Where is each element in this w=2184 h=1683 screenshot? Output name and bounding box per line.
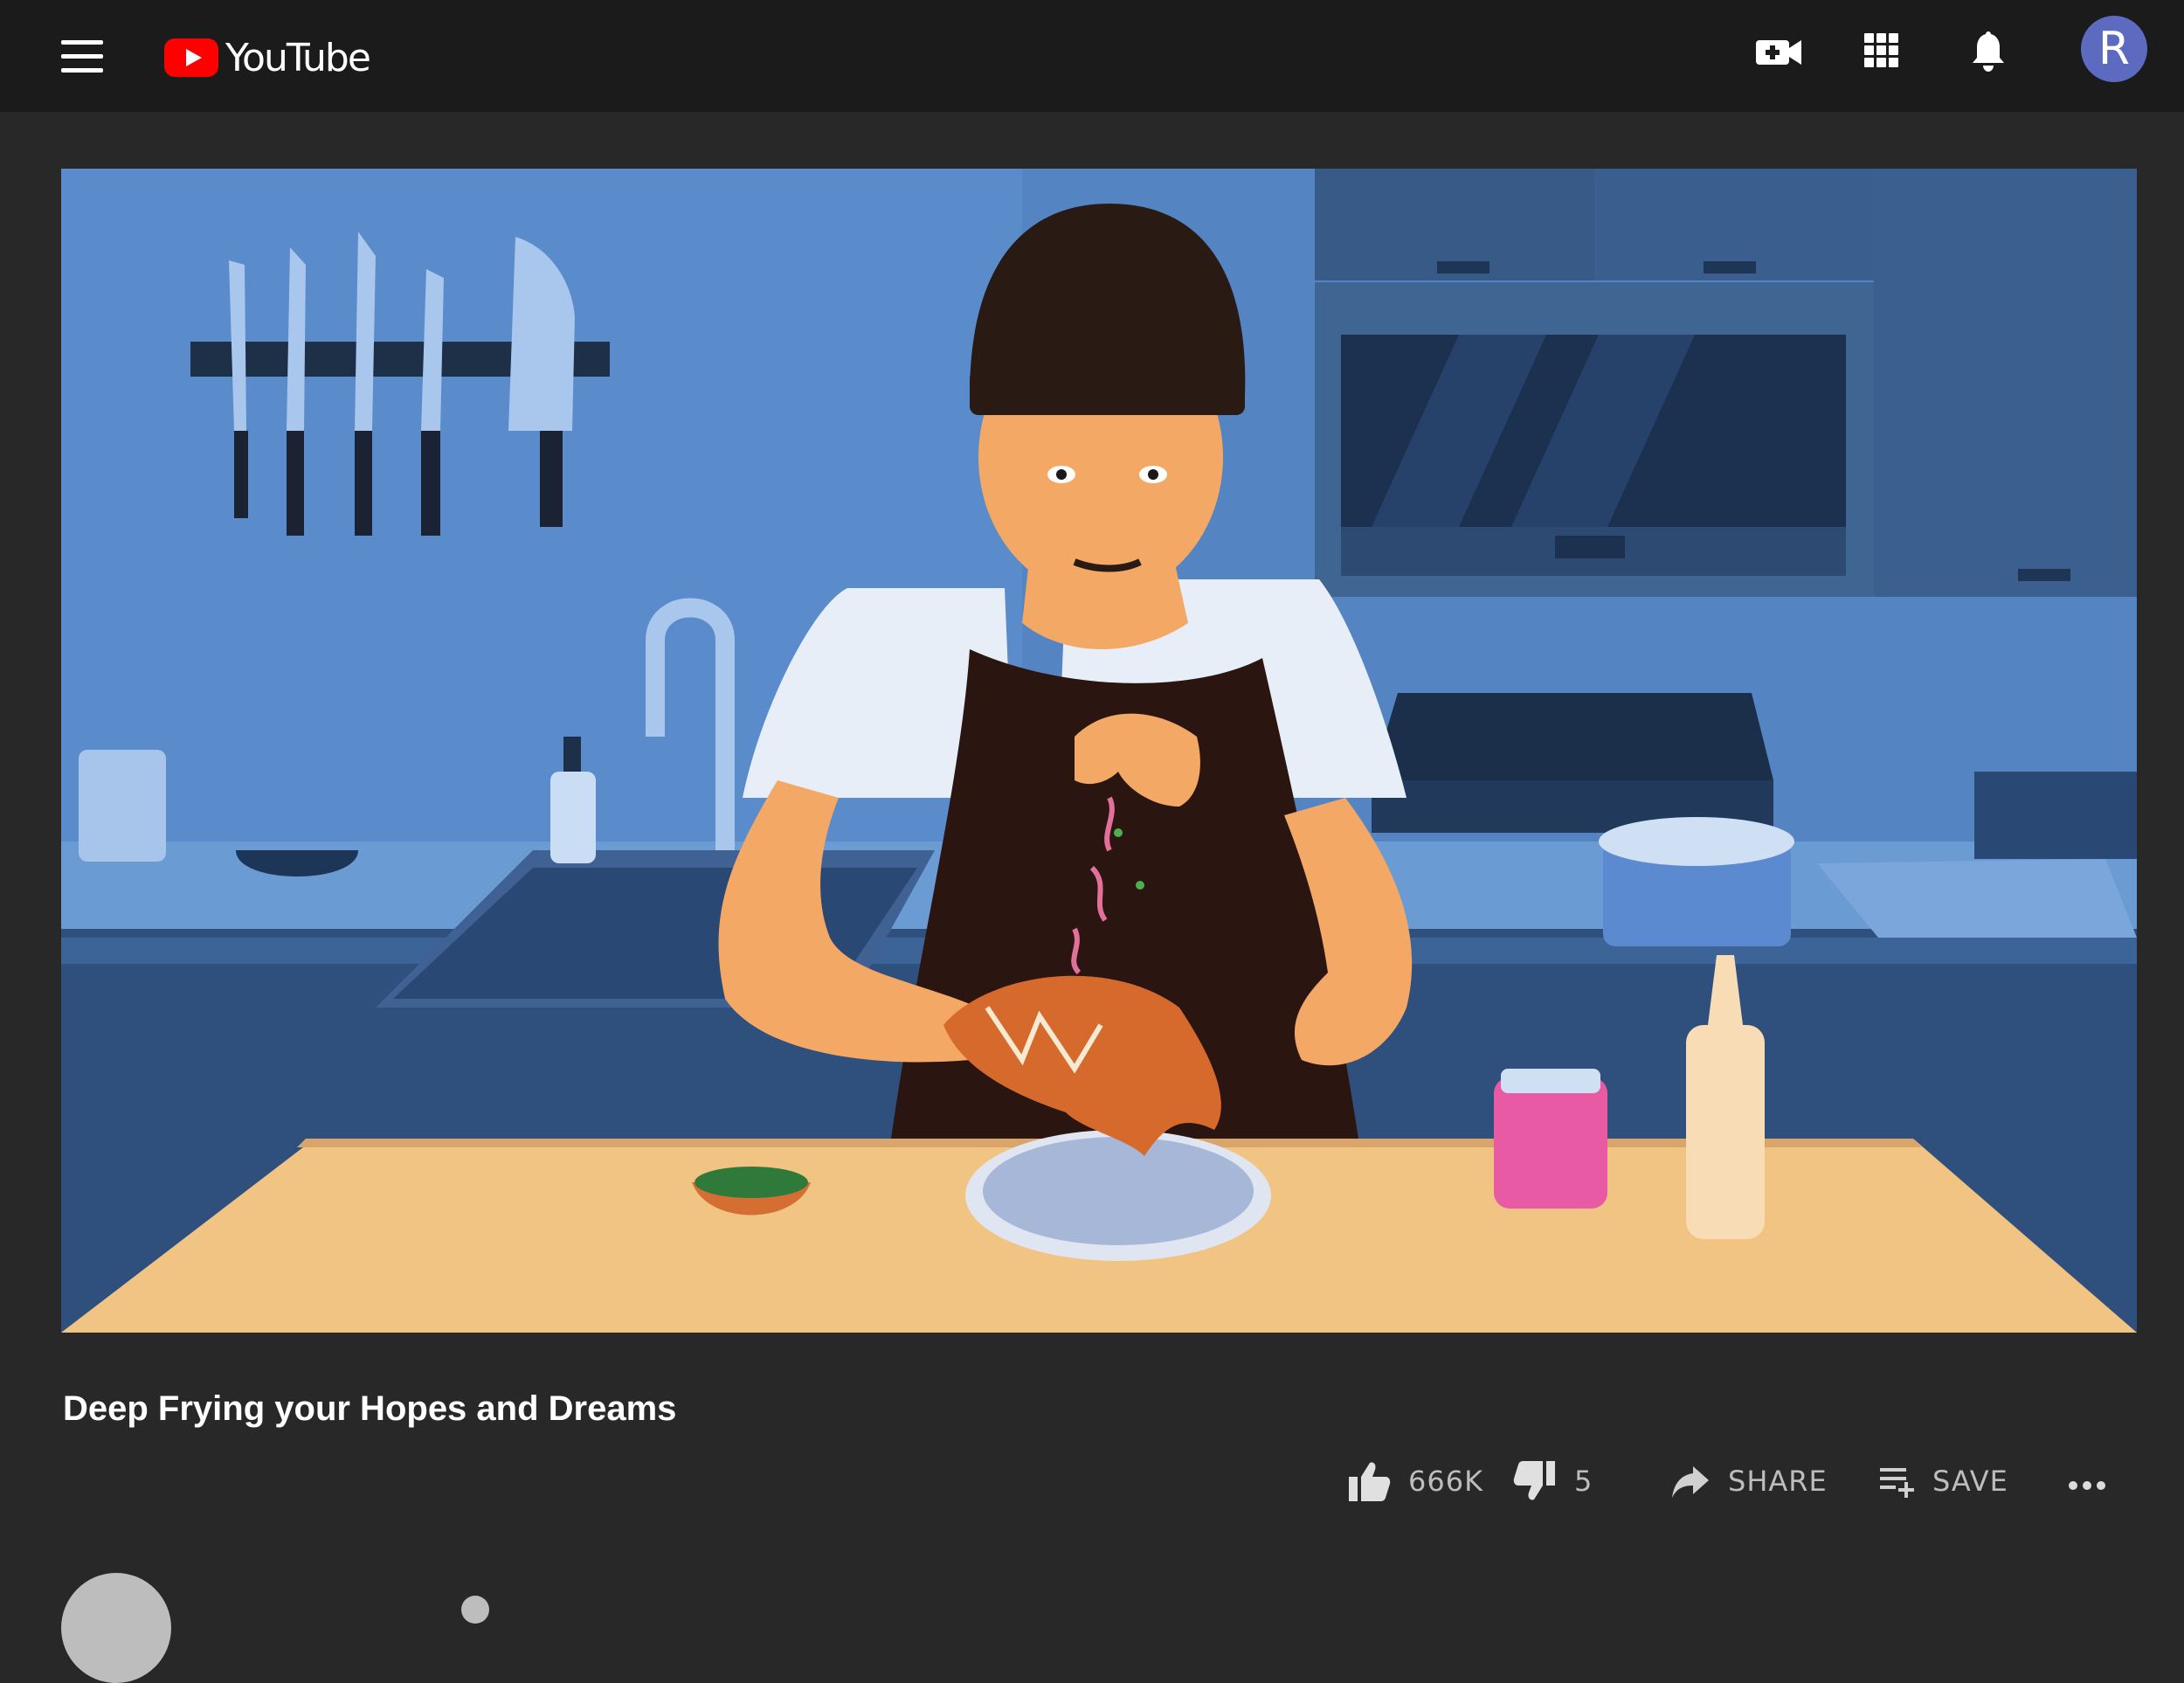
more-actions-icon[interactable] [2069,1479,2112,1490]
like-button[interactable]: 666K [1345,1455,1483,1507]
thumbs-down-icon [1513,1461,1555,1500]
share-label: SHARE [1728,1465,1828,1498]
play-logo-icon [164,38,218,77]
create-video-icon[interactable] [1752,26,1805,79]
share-arrow-icon [1672,1466,1709,1498]
menu-icon[interactable] [61,40,103,73]
account-avatar[interactable]: R [2081,16,2147,82]
save-button[interactable]: SAVE [1876,1455,2008,1507]
brand-name: YouTube [225,35,371,80]
save-label: SAVE [1932,1465,2008,1498]
top-bar: YouTube R [0,0,2184,112]
apps-grid-icon[interactable] [1856,26,1908,79]
video-player[interactable] [61,169,2137,1333]
notifications-bell-icon[interactable] [1962,26,2015,79]
dislike-count: 5 [1574,1465,1593,1498]
thumbs-up-icon [1349,1462,1391,1501]
share-button[interactable]: SHARE [1669,1455,1828,1507]
dislike-button[interactable]: 5 [1511,1455,1593,1507]
youtube-logo[interactable]: YouTube [164,35,371,80]
like-count: 666K [1408,1465,1484,1498]
video-title: Deep Frying your Hopes and Dreams [63,1389,677,1428]
video-thumbnail-illustration [61,169,2137,1333]
add-to-playlist-icon [1880,1468,1914,1498]
channel-placeholder-dot [461,1596,489,1624]
channel-avatar[interactable] [61,1573,171,1683]
